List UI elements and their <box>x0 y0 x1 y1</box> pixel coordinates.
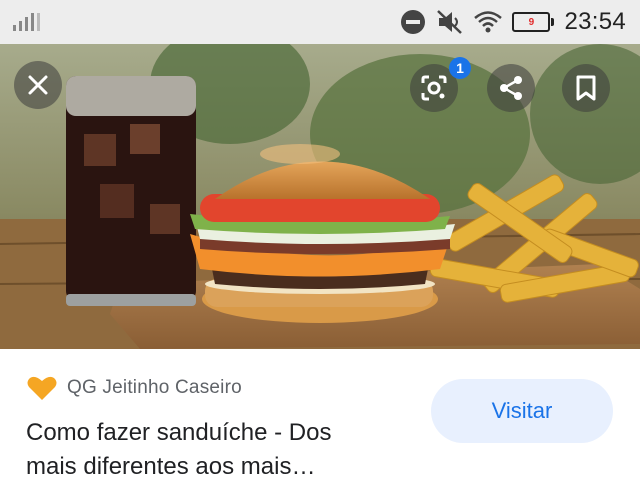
result-info: QG Jeitinho Caseiro Como fazer sanduíche… <box>0 349 640 479</box>
do-not-disturb-icon <box>400 9 426 35</box>
lens-badge: 1 <box>449 57 471 79</box>
wifi-icon <box>474 10 503 34</box>
burger-photo <box>0 44 640 349</box>
close-button[interactable] <box>14 61 62 109</box>
signal-icon <box>13 13 40 31</box>
clock: 23:54 <box>564 8 626 35</box>
share-icon <box>500 76 522 100</box>
mute-icon <box>436 9 464 35</box>
battery-level: 9 <box>528 16 535 28</box>
bookmark-icon <box>576 75 596 101</box>
source-name: QG Jeitinho Caseiro <box>67 377 242 398</box>
close-icon <box>28 75 48 95</box>
lens-icon <box>421 75 447 101</box>
title-line-1: Como fazer sanduíche - Dos <box>26 419 332 446</box>
share-button[interactable] <box>487 64 535 112</box>
heart-icon <box>27 376 57 400</box>
source-row[interactable]: QG Jeitinho Caseiro <box>26 375 242 401</box>
visit-button[interactable]: Visitar <box>431 379 613 443</box>
save-button[interactable] <box>562 64 610 112</box>
battery-icon: 9 <box>512 12 555 32</box>
hero-image[interactable]: 1 <box>0 44 640 349</box>
result-title[interactable]: Como fazer sanduíche - Dos mais diferent… <box>26 416 386 479</box>
status-bar: 9 23:54 <box>0 0 640 44</box>
title-line-2: mais diferentes aos mais… <box>26 453 316 479</box>
